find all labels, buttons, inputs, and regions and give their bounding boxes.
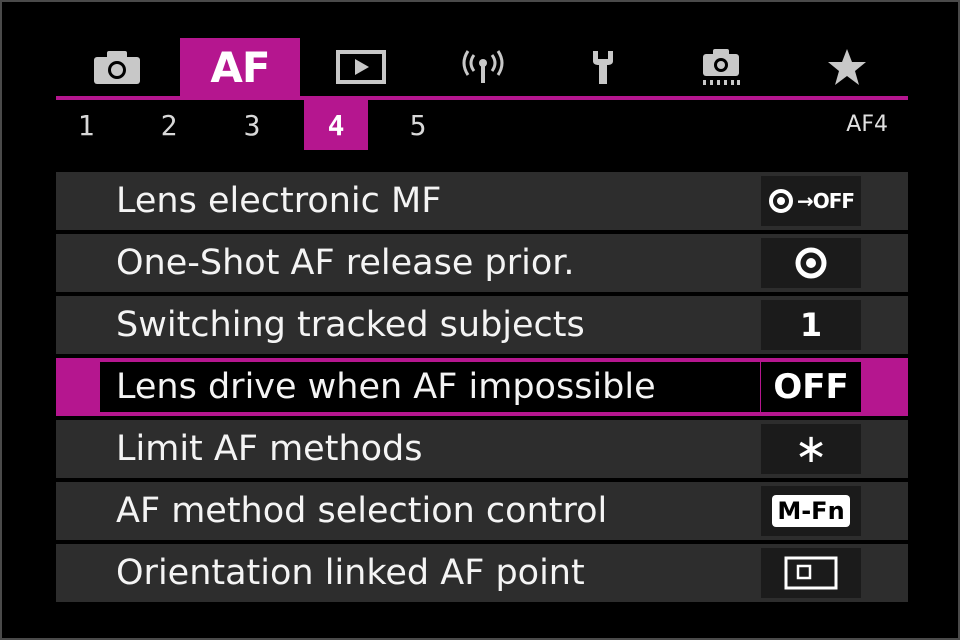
menu-item-label: AF method selection control (116, 491, 608, 531)
wireless-icon (462, 50, 504, 83)
focus-ring-icon (795, 247, 827, 279)
sub-tab-1[interactable]: 1 (54, 100, 118, 150)
menu-item-switching-tracked-subjects[interactable]: Switching tracked subjects 1 (56, 296, 908, 354)
lens-mf-value-text: →OFF (796, 189, 855, 213)
menu-item-orientation-linked-af-point[interactable]: Orientation linked AF point (56, 544, 908, 602)
menu-item-lens-drive-af-impossible[interactable]: Lens drive when AF impossible OFF (56, 358, 908, 416)
sub-tab-3[interactable]: 3 (220, 100, 284, 150)
custom-camera-icon (703, 49, 740, 85)
wrench-icon (593, 51, 613, 84)
wireless-tab[interactable] (450, 38, 516, 96)
camera-tab[interactable] (84, 38, 150, 96)
custom-tab[interactable] (688, 38, 754, 96)
af-tab-label: AF (210, 42, 270, 92)
camera-menu-screen: AF 1 2 3 4 5 AF4 Lens electronic MF →OFF… (0, 0, 960, 640)
setup-tab[interactable] (570, 38, 636, 96)
playback-icon (336, 50, 386, 84)
lens-drive-value: OFF (773, 367, 849, 407)
menu-item-label: Orientation linked AF point (116, 553, 585, 593)
menu-item-value: →OFF (761, 176, 861, 226)
mfn-value: M-Fn (772, 495, 850, 527)
page-code: AF4 (846, 112, 888, 137)
camera-icon (94, 51, 140, 84)
menu-item-value: ∗ (761, 424, 861, 474)
tracked-subjects-value: 1 (799, 306, 823, 344)
af-tab[interactable]: AF (180, 38, 300, 96)
menu-item-label: Lens drive when AF impossible (116, 367, 656, 407)
sub-tab-4[interactable]: 4 (304, 100, 368, 150)
menu-item-value: OFF (761, 362, 861, 412)
menu-item-label: Limit AF methods (116, 429, 423, 469)
menu-item-value (761, 238, 861, 288)
star-icon (828, 49, 866, 85)
menu-item-label: Lens electronic MF (116, 181, 442, 221)
menu-item-af-method-selection-control[interactable]: AF method selection control M-Fn (56, 482, 908, 540)
menu-item-label: One-Shot AF release prior. (116, 243, 575, 283)
menu-item-one-shot-af-release[interactable]: One-Shot AF release prior. (56, 234, 908, 292)
sub-tab-2[interactable]: 2 (137, 100, 201, 150)
focus-ring-icon (768, 189, 793, 213)
menu-item-label: Switching tracked subjects (116, 305, 585, 345)
menu-item-limit-af-methods[interactable]: Limit AF methods ∗ (56, 420, 908, 478)
af-point-frame-icon (784, 556, 838, 590)
menu-item-value: M-Fn (761, 486, 861, 536)
menu-item-value: 1 (761, 300, 861, 350)
asterisk-value: ∗ (794, 426, 828, 472)
menu-item-lens-electronic-mf[interactable]: Lens electronic MF →OFF (56, 172, 908, 230)
my-menu-tab[interactable] (814, 38, 880, 96)
sub-tab-5[interactable]: 5 (386, 100, 450, 150)
playback-tab[interactable] (328, 38, 394, 96)
menu-item-value (761, 548, 861, 598)
